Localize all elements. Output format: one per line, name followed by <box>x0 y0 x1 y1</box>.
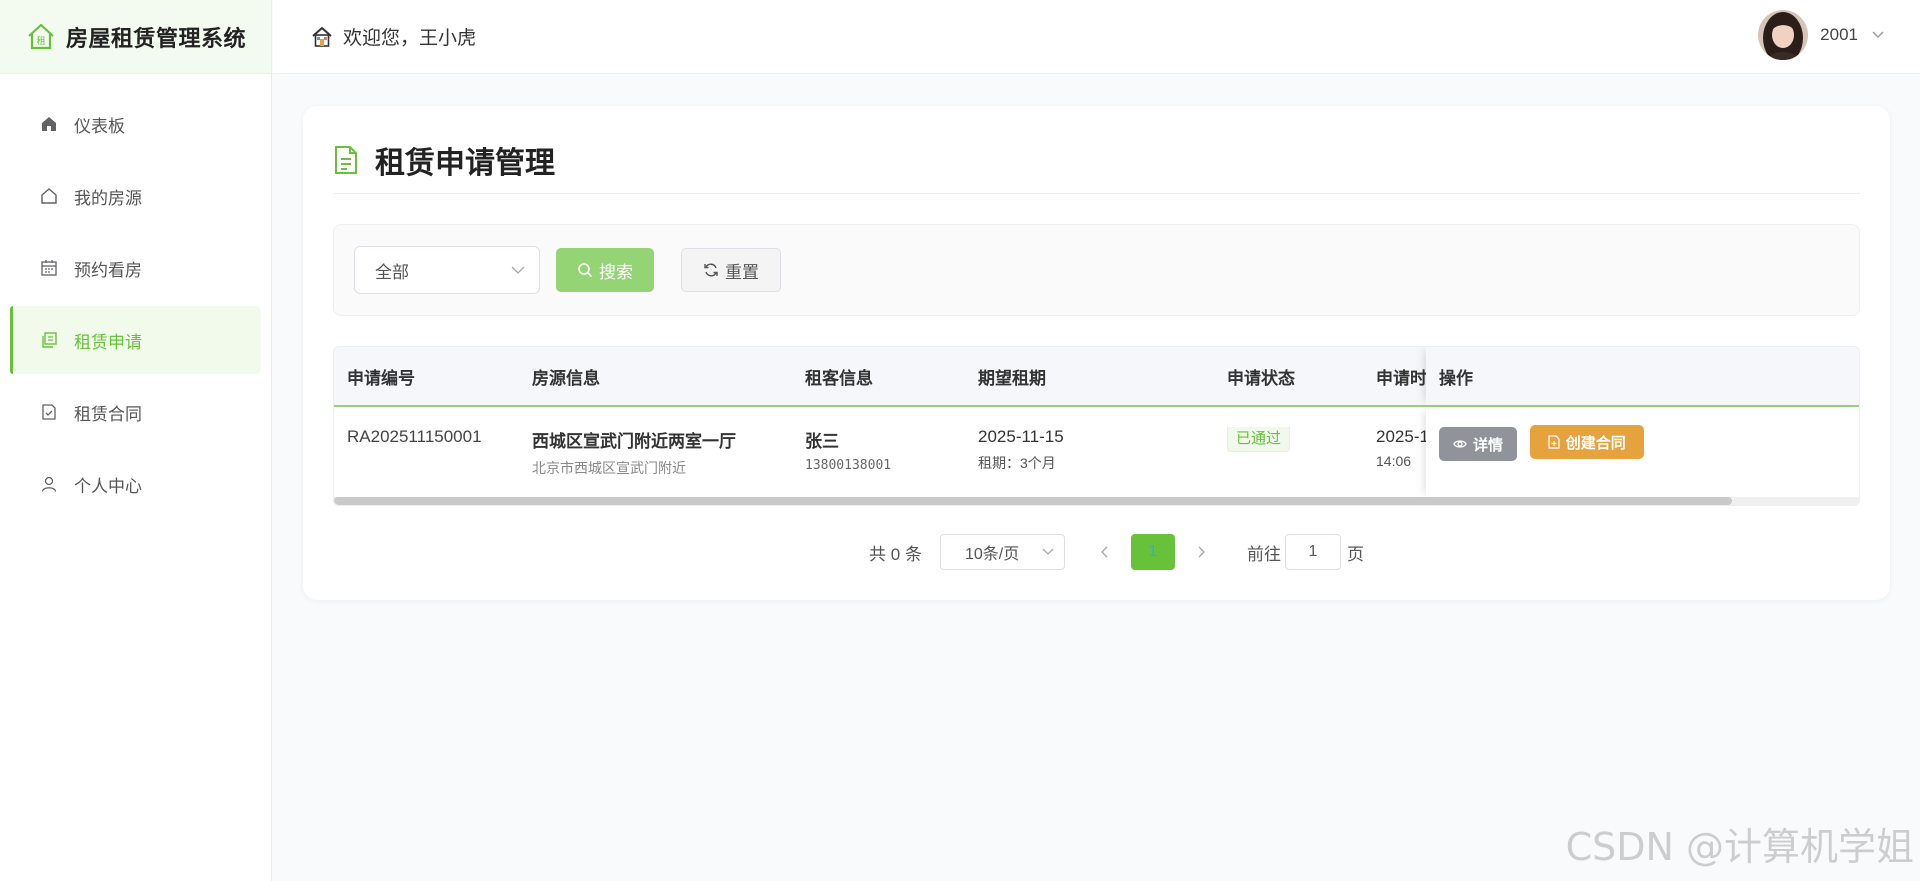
sidebar-item-applications[interactable]: 租赁申请 <box>10 306 261 374</box>
top-header: 欢迎您，王小虎 2001 <box>273 0 1920 74</box>
filter-bar: 全部 搜索 重置 <box>333 224 1860 316</box>
search-icon <box>578 263 593 278</box>
refresh-icon <box>704 263 718 277</box>
calendar-icon <box>40 259 58 277</box>
pagination: 共 0 条 10条/页 1 前往 1 页 <box>333 534 1860 570</box>
tenant-phone: 13800138001 <box>805 458 892 473</box>
tenant-info: 张三 13800138001 <box>792 427 965 473</box>
tenant-name: 张三 <box>805 432 839 451</box>
column-header: 房源信息 <box>532 368 600 388</box>
sidebar-item-label: 仪表板 <box>74 116 125 136</box>
sidebar-item-label: 个人中心 <box>74 476 142 496</box>
column-header: 申请时 <box>1376 368 1426 388</box>
column-header: 期望租期 <box>978 368 1046 388</box>
goto-label: 前往 <box>1246 544 1281 564</box>
watermark: CSDN @计算机学姐 <box>1565 825 1914 869</box>
copy-document-icon <box>40 331 58 349</box>
colorful-home-icon <box>312 26 332 47</box>
username: 2001 <box>1820 25 1858 44</box>
applications-table: 申请编号 房源信息 租客信息 期望租期 申请状态 申请时 操作 RA202511… <box>333 346 1860 506</box>
search-button[interactable]: 搜索 <box>556 248 654 292</box>
page-size-select[interactable]: 10条/页 <box>939 534 1065 570</box>
column-header: 租客信息 <box>805 368 873 388</box>
document-checked-icon <box>40 403 58 421</box>
detail-button[interactable]: 详情 <box>1439 427 1518 461</box>
sidebar-item-my-houses[interactable]: 我的房源 <box>10 162 261 230</box>
sidebar-item-profile[interactable]: 个人中心 <box>10 450 261 518</box>
welcome-text: 欢迎您，王小虎 <box>343 28 477 49</box>
create-contract-button[interactable]: 创建合同 <box>1529 425 1644 459</box>
status-select-value: 全部 <box>375 262 409 282</box>
horizontal-scrollbar[interactable] <box>334 497 1859 505</box>
goto-page-input[interactable]: 1 <box>1284 534 1341 570</box>
scrollbar-thumb[interactable] <box>334 497 1732 505</box>
status-badge: 已通过 <box>1227 427 1291 452</box>
document-add-icon <box>1548 435 1560 449</box>
sidebar-item-contracts[interactable]: 租赁合同 <box>10 378 261 446</box>
row-actions: 详情 创建合同 <box>1426 407 1859 497</box>
chevron-down-icon <box>1042 548 1054 555</box>
house-info: 西城区宣武门附近两室一厅 北京市西城区宣武门附近 <box>519 427 792 478</box>
eye-icon <box>1453 440 1467 448</box>
application-status: 已通过 <box>1214 427 1363 452</box>
total-count: 共 0 条 <box>869 544 922 564</box>
sidebar-item-dashboard[interactable]: 仪表板 <box>10 90 261 158</box>
sidebar-item-label: 租赁申请 <box>74 332 142 352</box>
prev-page-button[interactable] <box>1089 542 1119 563</box>
house-logo-icon: 租 <box>28 23 54 49</box>
user-dropdown[interactable]: 2001 <box>1758 10 1884 60</box>
app-title: 房屋租赁管理系统 <box>66 25 247 51</box>
status-select[interactable]: 全部 <box>354 246 540 294</box>
sidebar-item-label: 预约看房 <box>74 260 142 280</box>
lease-duration: 租期：3个月 <box>978 455 1056 471</box>
application-id: RA202511150001 <box>347 427 482 446</box>
main-card: 租赁申请管理 全部 搜索 重置 申请编号 房源信息 租客信息 期望租期 申请状态… <box>303 106 1890 600</box>
house-address: 北京市西城区宣武门附近 <box>532 460 686 476</box>
column-header: 操作 <box>1426 347 1859 406</box>
page-header: 租赁申请管理 <box>333 106 1860 194</box>
chevron-down-icon <box>1872 31 1884 38</box>
apply-clock: 14:06 <box>1376 453 1412 469</box>
document-icon <box>335 145 357 174</box>
page-size-value: 10条/页 <box>964 546 1020 563</box>
create-contract-label: 创建合同 <box>1565 434 1626 452</box>
table-header: 申请编号 房源信息 租客信息 期望租期 申请状态 申请时 操作 <box>334 347 1859 407</box>
next-page-button[interactable] <box>1187 542 1217 563</box>
chevron-left-icon <box>1100 546 1108 557</box>
sidebar-item-label: 我的房源 <box>74 188 142 208</box>
chevron-down-icon <box>511 266 525 274</box>
sidebar-menu: 仪表板 我的房源 预约看房 租赁申请 租赁合同 个人中心 <box>0 74 271 518</box>
column-header: 申请编号 <box>347 368 415 388</box>
user-icon <box>40 475 58 493</box>
page-unit-label: 页 <box>1346 544 1364 564</box>
column-header: 申请状态 <box>1227 368 1295 388</box>
table-row: RA202511150001 西城区宣武门附近两室一厅 北京市西城区宣武门附近 … <box>334 407 1859 497</box>
svg-text:租: 租 <box>36 36 45 47</box>
page-number-button[interactable]: 1 <box>1130 534 1175 570</box>
apply-date: 2025-1 <box>1376 427 1426 446</box>
house-icon <box>40 187 58 205</box>
chevron-right-icon <box>1198 546 1205 557</box>
reset-button-label: 重置 <box>725 262 759 282</box>
avatar[interactable] <box>1758 10 1809 60</box>
detail-button-label: 详情 <box>1473 436 1504 454</box>
reset-button[interactable]: 重置 <box>681 248 781 292</box>
home-filled-icon <box>40 115 58 133</box>
expected-term: 2025-11-15 租期：3个月 <box>965 427 1214 473</box>
logo[interactable]: 租 房屋租赁管理系统 <box>0 0 271 74</box>
house-title: 西城区宣武门附近两室一厅 <box>532 432 736 451</box>
start-date: 2025-11-15 <box>978 427 1064 446</box>
page-title: 租赁申请管理 <box>375 146 555 180</box>
sidebar-item-label: 租赁合同 <box>74 404 142 424</box>
apply-time: 2025-1 14:06 <box>1363 427 1426 469</box>
sidebar-item-appointments[interactable]: 预约看房 <box>10 234 261 302</box>
search-button-label: 搜索 <box>599 262 633 282</box>
sidebar: 租 房屋租赁管理系统 仪表板 我的房源 预约看房 租赁申请 租赁合同 个人中心 <box>0 0 272 881</box>
